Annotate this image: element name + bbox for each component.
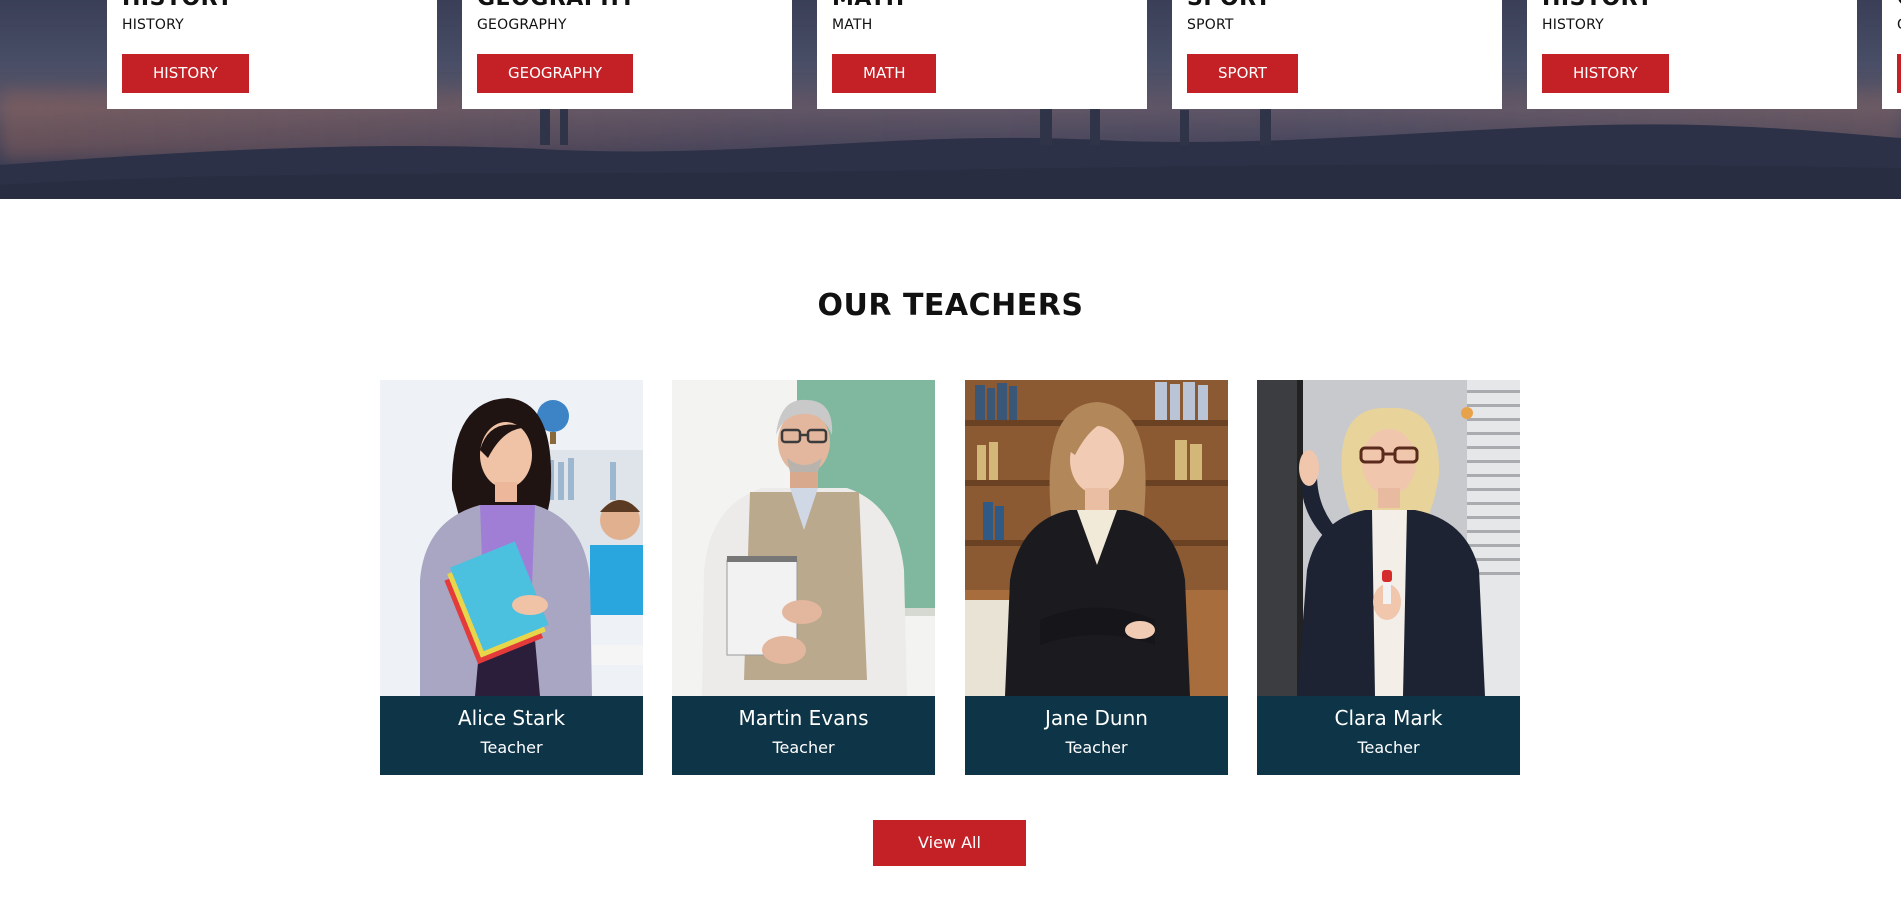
teacher-name: Jane Dunn xyxy=(1045,706,1148,730)
section-title: OUR TEACHERS xyxy=(817,288,1084,323)
teacher-card[interactable]: Jane Dunn Teacher xyxy=(965,380,1228,775)
teacher-role: Teacher xyxy=(480,738,543,757)
teacher-info: Alice Stark Teacher xyxy=(380,696,643,775)
course-card-category: SPORT xyxy=(1187,17,1234,33)
course-card-category: HISTORY xyxy=(1542,17,1604,33)
course-card-category: G xyxy=(1897,17,1901,33)
teacher-info: Martin Evans Teacher xyxy=(672,696,935,775)
course-card: HISTORY HISTORY HISTORY xyxy=(107,0,437,109)
course-card-title: SPORT xyxy=(1187,0,1271,11)
teacher-role: Teacher xyxy=(1357,738,1420,757)
course-card-title: HISTORY xyxy=(1542,0,1653,11)
courses-hero-strip: HISTORY HISTORY HISTORY GEOGRAPHY GEOGRA… xyxy=(0,0,1901,199)
teacher-info: Clara Mark Teacher xyxy=(1257,696,1520,775)
view-all-button[interactable]: View All xyxy=(873,820,1026,866)
course-card-category: HISTORY xyxy=(122,17,184,33)
course-card: MATH MATH MATH xyxy=(817,0,1147,109)
teacher-card[interactable]: Alice Stark Teacher xyxy=(380,380,643,775)
course-card-category: MATH xyxy=(832,17,873,33)
teacher-photo xyxy=(380,380,643,696)
teacher-card[interactable]: Martin Evans Teacher xyxy=(672,380,935,775)
teacher-name: Martin Evans xyxy=(738,706,869,730)
course-category-button[interactable]: SPORT xyxy=(1187,54,1298,93)
teacher-photo xyxy=(672,380,935,696)
teacher-role: Teacher xyxy=(772,738,835,757)
course-card: SPORT SPORT SPORT xyxy=(1172,0,1502,109)
course-category-button[interactable]: HISTORY xyxy=(1542,54,1669,93)
course-card: GEOGRAPHY GEOGRAPHY GEOGRAPHY xyxy=(462,0,792,109)
course-card: HISTORY HISTORY HISTORY xyxy=(1527,0,1857,109)
teacher-card[interactable]: Clara Mark Teacher xyxy=(1257,380,1520,775)
teacher-name: Alice Stark xyxy=(457,706,566,730)
teacher-photo xyxy=(1257,380,1520,696)
course-card-title: G xyxy=(1897,0,1901,11)
course-category-button[interactable] xyxy=(1897,54,1901,93)
teacher-info: Jane Dunn Teacher xyxy=(965,696,1228,775)
teacher-role: Teacher xyxy=(1065,738,1128,757)
course-card-title: MATH xyxy=(832,0,905,11)
course-card-title: GEOGRAPHY xyxy=(477,0,636,11)
course-card-title: HISTORY xyxy=(122,0,233,11)
course-card-partial: G G xyxy=(1882,0,1901,109)
course-category-button[interactable]: MATH xyxy=(832,54,937,93)
teacher-name: Clara Mark xyxy=(1334,706,1443,730)
course-category-button[interactable]: GEOGRAPHY xyxy=(477,54,634,93)
course-category-button[interactable]: HISTORY xyxy=(122,54,249,93)
course-card-category: GEOGRAPHY xyxy=(477,17,567,33)
teacher-photo xyxy=(965,380,1228,696)
